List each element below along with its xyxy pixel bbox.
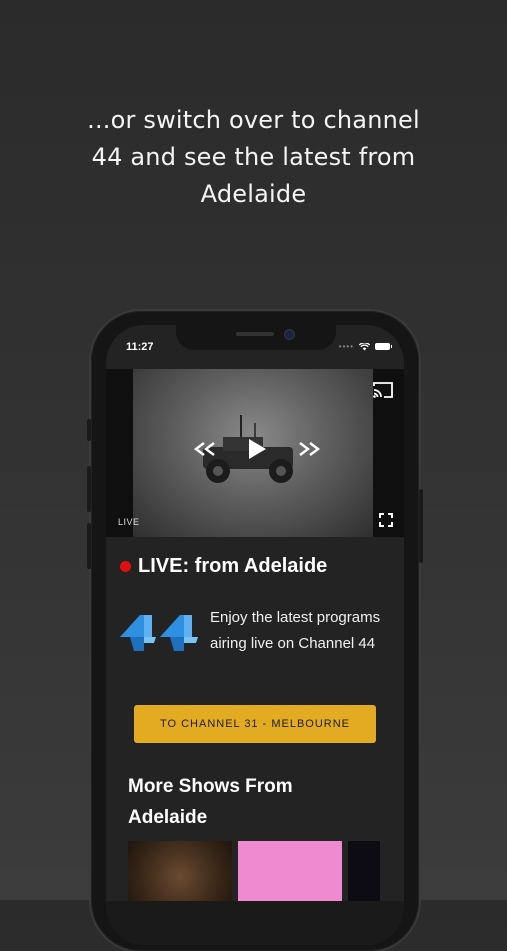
notch bbox=[176, 325, 336, 350]
battery-icon bbox=[375, 343, 392, 350]
rewind-icon[interactable] bbox=[192, 441, 218, 457]
promo-caption-line-1: ...or switch over to channel bbox=[87, 106, 420, 134]
phone-mockup: 11:27 •••• LIVE LIVE: from Adelaide Enjo… bbox=[87, 311, 423, 951]
show-thumbnail[interactable] bbox=[238, 841, 342, 901]
bottom-tab-bar bbox=[106, 901, 404, 945]
volume-up-button bbox=[87, 466, 91, 512]
live-dot-icon bbox=[120, 561, 131, 572]
signal-icon: •••• bbox=[338, 342, 354, 351]
status-icons: •••• bbox=[338, 342, 392, 351]
show-thumbnail[interactable] bbox=[128, 841, 232, 901]
fast-forward-icon[interactable] bbox=[296, 441, 322, 457]
video-player[interactable]: LIVE bbox=[106, 369, 404, 537]
power-button bbox=[419, 489, 423, 563]
fullscreen-icon[interactable] bbox=[378, 512, 394, 528]
status-time: 11:27 bbox=[126, 341, 154, 353]
show-thumbnail[interactable] bbox=[348, 841, 380, 901]
front-camera bbox=[284, 329, 295, 340]
speaker-grille bbox=[236, 332, 274, 336]
app-screen: 11:27 •••• LIVE LIVE: from Adelaide Enjo… bbox=[106, 325, 404, 945]
live-title-text: LIVE: from Adelaide bbox=[138, 555, 328, 577]
live-title: LIVE: from Adelaide bbox=[120, 555, 327, 578]
play-icon[interactable] bbox=[246, 437, 268, 461]
promo-caption-line-2: 44 and see the latest from bbox=[91, 143, 416, 171]
live-indicator: LIVE bbox=[118, 517, 140, 527]
wifi-icon bbox=[359, 342, 370, 350]
channel-44-logo bbox=[120, 615, 198, 651]
mute-switch bbox=[87, 419, 91, 441]
cast-icon[interactable] bbox=[372, 381, 394, 399]
promo-caption-line-3: Adelaide bbox=[200, 180, 307, 208]
more-shows-title: More Shows From Adelaide bbox=[128, 776, 293, 828]
switch-channel-button[interactable]: TO CHANNEL 31 - MELBOURNE bbox=[134, 705, 376, 743]
promo-caption: ...or switch over to channel 44 and see … bbox=[0, 102, 507, 213]
channel-description: Enjoy the latest programs airing live on… bbox=[210, 609, 381, 652]
volume-down-button bbox=[87, 523, 91, 569]
